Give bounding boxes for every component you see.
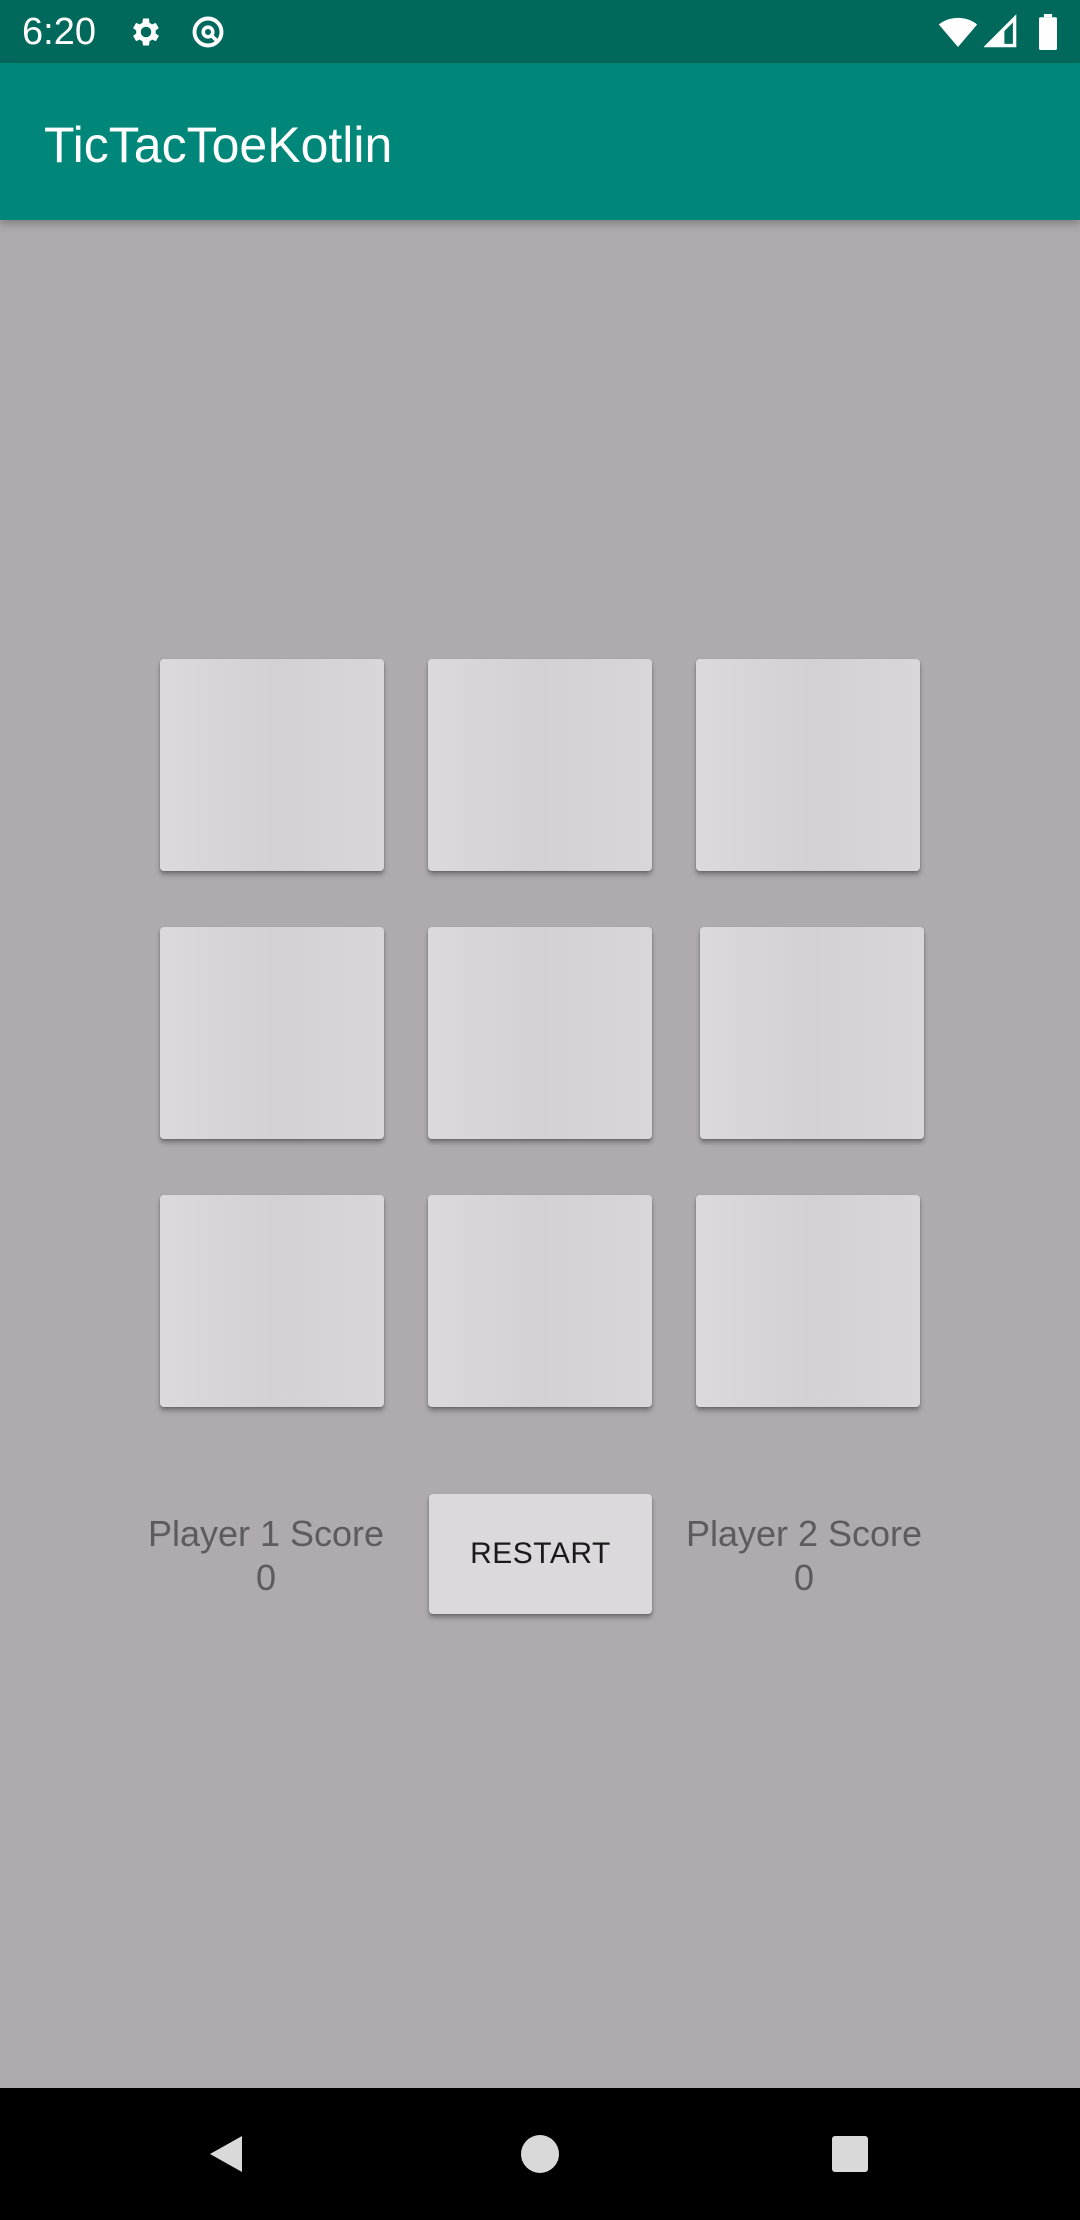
status-time: 6:20 xyxy=(22,11,96,53)
board-cell-5[interactable] xyxy=(428,927,652,1139)
battery-icon xyxy=(1038,14,1058,50)
board-cell-2[interactable] xyxy=(428,659,652,871)
board-cell-3[interactable] xyxy=(696,659,920,871)
wifi-icon xyxy=(938,14,978,50)
gear-icon xyxy=(128,14,164,50)
player-2-score-value: 0 xyxy=(793,1557,815,1598)
player-1-score: Player 1 Score 0 xyxy=(136,1512,396,1600)
sync-icon xyxy=(190,14,226,50)
app-title: TicTacToeKotlin xyxy=(44,117,393,173)
board-cell-1[interactable] xyxy=(160,659,384,871)
player-1-score-label: Player 1 Score xyxy=(147,1513,385,1554)
navigation-bar xyxy=(0,2088,1080,2220)
back-icon[interactable] xyxy=(202,2130,250,2178)
recents-icon[interactable] xyxy=(826,2130,874,2178)
player-1-score-value: 0 xyxy=(255,1557,277,1598)
status-bar: 6:20 xyxy=(0,0,1080,63)
board-cell-8[interactable] xyxy=(428,1195,652,1407)
signal-icon xyxy=(983,14,1018,50)
home-icon[interactable] xyxy=(516,2130,564,2178)
board-cell-9[interactable] xyxy=(696,1195,920,1407)
board-cell-7[interactable] xyxy=(160,1195,384,1407)
restart-button[interactable]: RESTART xyxy=(429,1494,652,1614)
app-bar: TicTacToeKotlin xyxy=(0,63,1080,220)
board-cell-4[interactable] xyxy=(160,927,384,1139)
screen: 6:20 TicTacToeKotlin Player 1 Score 0 RE… xyxy=(0,0,1080,2220)
board-cell-6[interactable] xyxy=(700,927,924,1139)
player-2-score: Player 2 Score 0 xyxy=(674,1512,934,1600)
player-2-score-label: Player 2 Score xyxy=(685,1513,923,1554)
